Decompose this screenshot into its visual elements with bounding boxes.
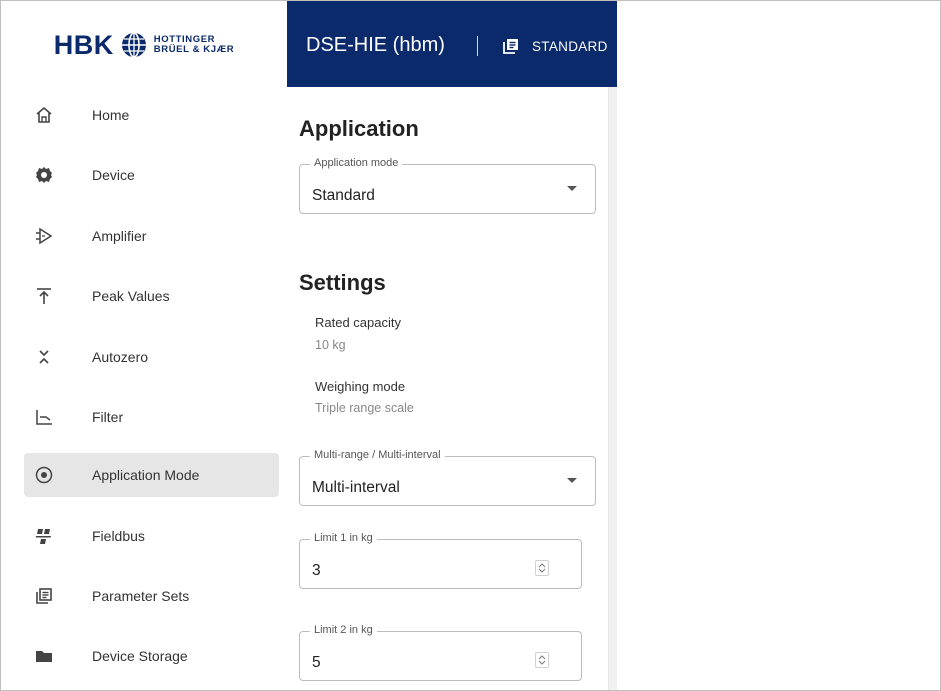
globe-icon (121, 32, 146, 58)
application-mode-label: Application mode (310, 157, 403, 169)
sidebar-item-label: Peak Values (92, 288, 170, 304)
scrollbar[interactable] (608, 87, 617, 690)
settings-heading: Settings (299, 270, 386, 295)
sidebar-item-filter[interactable]: Filter (24, 395, 279, 439)
sidebar-item-label: Device (92, 167, 135, 183)
application-mode-select[interactable]: Application mode Standard (299, 157, 596, 214)
sidebar-item-label: Device Storage (92, 648, 188, 664)
sidebar-item-application-mode[interactable]: Application Mode (24, 453, 279, 497)
main-content: Application Application mode Standard Se… (287, 87, 617, 690)
dropdown-arrow-icon (567, 478, 577, 483)
sidebar-item-peak-values[interactable]: Peak Values (24, 274, 279, 318)
sidebar-item-label: Autozero (92, 349, 149, 365)
filter-icon (33, 406, 55, 428)
application-mode-icon (33, 464, 55, 486)
gear-icon (33, 164, 55, 186)
top-header: DSE-HIE (hbm) STANDARD (287, 1, 617, 87)
sidebar: HBK HOTTINGER BRÜEL & KJÆR Home Device A… (1, 1, 287, 690)
dropdown-arrow-icon (567, 186, 577, 191)
autozero-icon (33, 346, 55, 368)
device-title: DSE-HIE (hbm) (306, 34, 445, 56)
hbk-logo: HBK HOTTINGER BRÜEL & KJÆR (1, 1, 287, 89)
sidebar-item-label: Parameter Sets (92, 588, 190, 604)
limit1-label: Limit 1 in kg (310, 532, 377, 544)
logo-subtitle: HOTTINGER BRÜEL & KJÆR (154, 35, 234, 55)
sidebar-item-label: Fieldbus (92, 528, 145, 544)
limit1-value: 3 (312, 562, 321, 579)
parameter-sets-icon (503, 39, 518, 54)
sidebar-item-device-storage[interactable]: Device Storage (24, 634, 279, 678)
sidebar-item-label: Home (92, 107, 130, 123)
sidebar-item-amplifier[interactable]: Amplifier (24, 214, 279, 258)
logo-sub-line2: BRÜEL & KJÆR (153, 44, 235, 55)
rated-capacity-label: Rated capacity (315, 315, 401, 330)
sidebar-item-home[interactable]: Home (24, 93, 279, 137)
folder-icon (33, 645, 55, 667)
limit2-value: 5 (312, 654, 321, 671)
amplifier-icon (33, 225, 55, 247)
application-mode-value: Standard (312, 187, 375, 204)
sidebar-item-autozero[interactable]: Autozero (24, 335, 279, 379)
multi-range-select[interactable]: Multi-range / Multi-interval Multi-inter… (299, 449, 596, 506)
header-divider (477, 36, 478, 56)
sidebar-item-label: Application Mode (92, 467, 200, 483)
fieldbus-icon (33, 525, 55, 547)
stepper-icon[interactable] (535, 560, 549, 576)
logo-text: HBK (53, 29, 114, 60)
limit1-input[interactable]: Limit 1 in kg 3 (299, 532, 582, 589)
stepper-icon[interactable] (535, 652, 549, 668)
application-heading: Application (299, 116, 419, 141)
weighing-mode-value: Triple range scale (315, 401, 414, 415)
sidebar-item-device[interactable]: Device (24, 153, 279, 197)
limit2-input[interactable]: Limit 2 in kg 5 (299, 624, 582, 681)
sidebar-item-parameter-sets[interactable]: Parameter Sets (24, 574, 279, 618)
weighing-mode-label: Weighing mode (315, 379, 406, 394)
parameter-set-label[interactable]: STANDARD (532, 39, 608, 54)
home-icon (33, 104, 55, 126)
parameter-sets-icon (33, 585, 55, 607)
multi-range-label: Multi-range / Multi-interval (310, 449, 445, 461)
sidebar-item-fieldbus[interactable]: Fieldbus (24, 514, 279, 558)
peak-values-icon (33, 285, 55, 307)
sidebar-item-label: Amplifier (92, 228, 147, 244)
rated-capacity-value: 10 kg (315, 338, 346, 352)
limit2-label: Limit 2 in kg (310, 624, 377, 636)
sidebar-item-label: Filter (92, 409, 124, 425)
multi-range-value: Multi-interval (312, 479, 400, 496)
